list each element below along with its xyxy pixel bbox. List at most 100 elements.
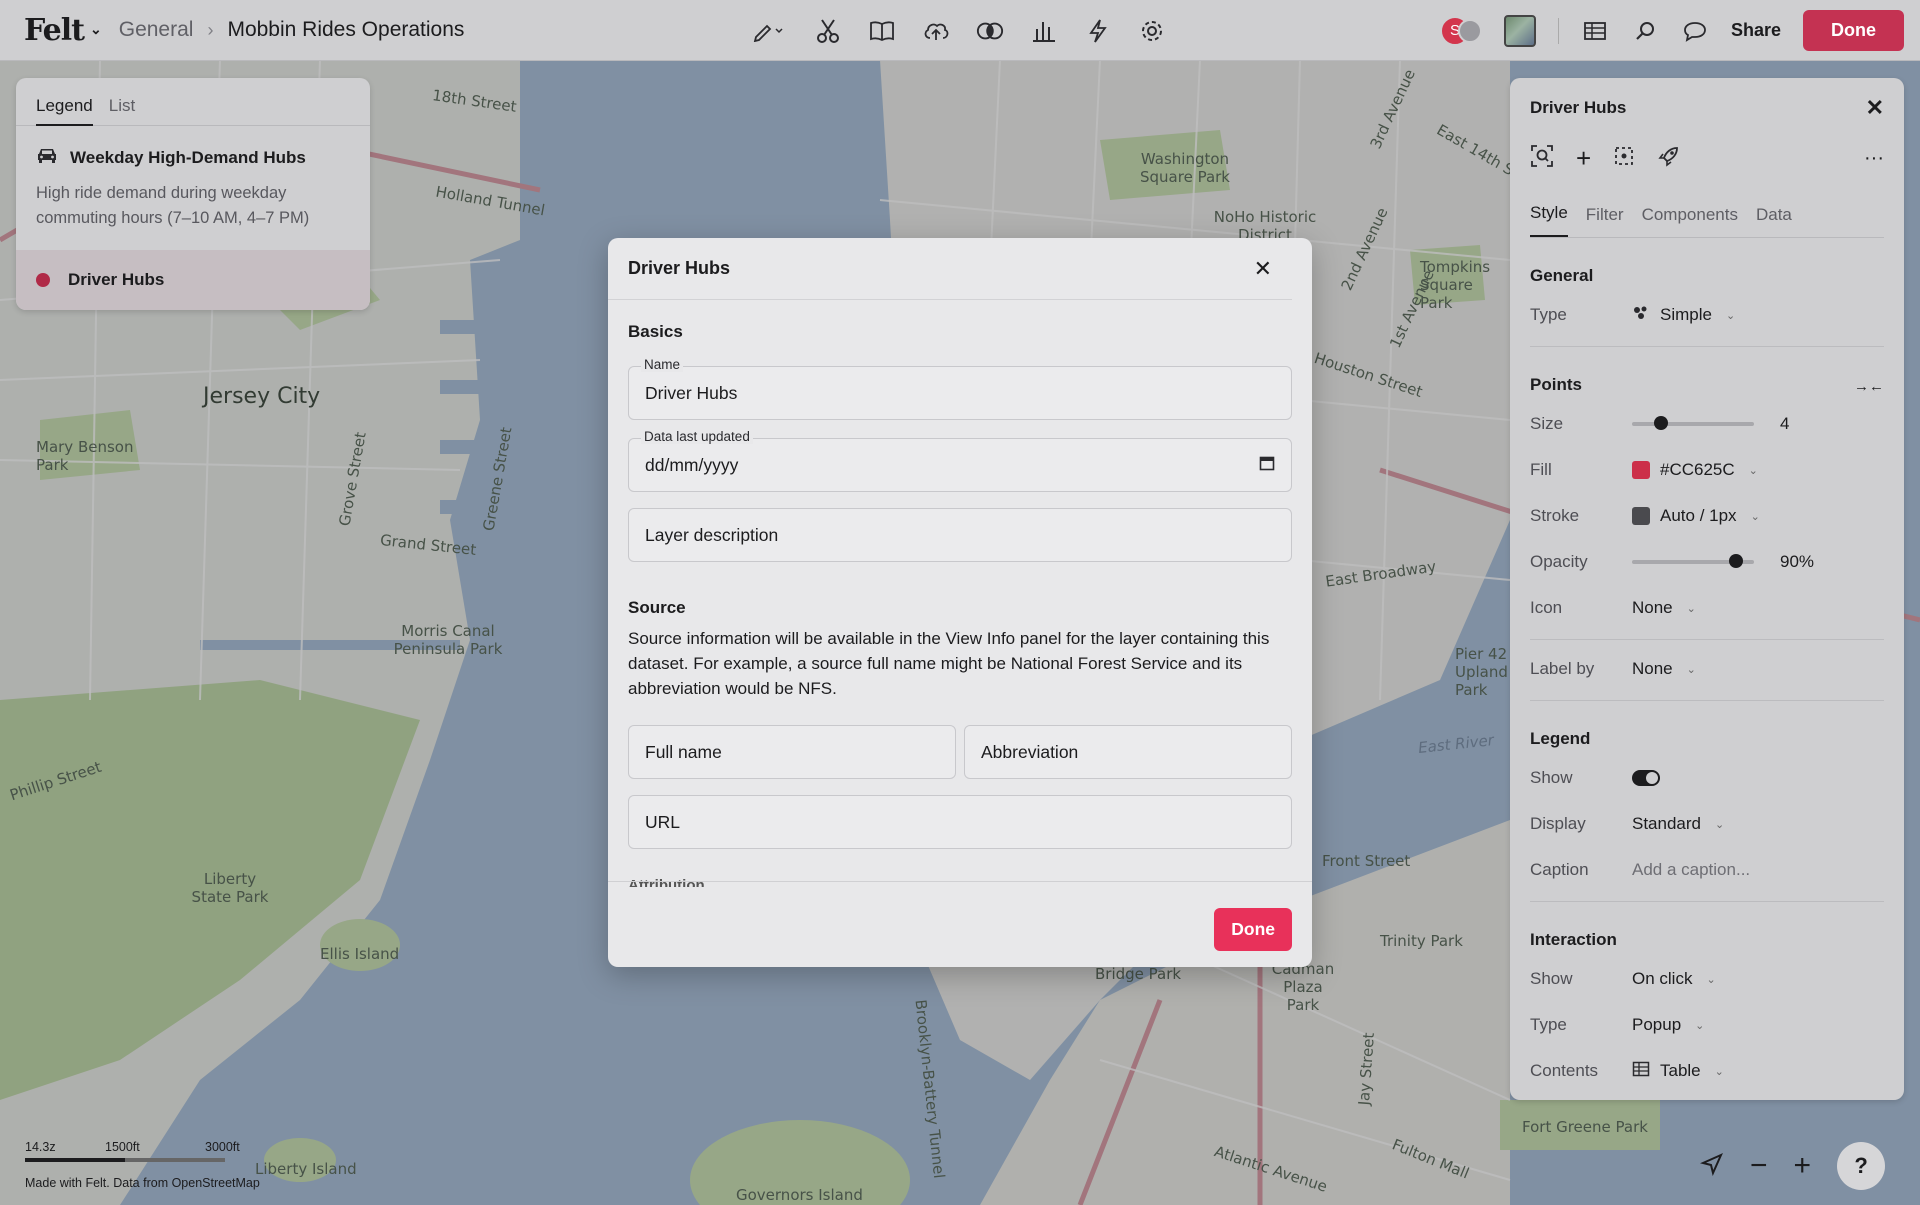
upload-cloud-icon[interactable] (922, 17, 950, 45)
source-description: Source information will be available in … (628, 629, 1270, 698)
legend-tabs: Legend List (16, 78, 370, 126)
stroke-select[interactable]: Auto / 1px ⌄ (1632, 506, 1760, 526)
icon-select[interactable]: None ⌄ (1632, 598, 1696, 618)
legend-item[interactable]: Driver Hubs (16, 250, 370, 310)
point-swatch (36, 273, 50, 287)
breadcrumb: General › Mobbin Rides Operations (119, 18, 465, 42)
field-label: Icon (1530, 598, 1563, 617)
tab-list[interactable]: List (109, 92, 135, 125)
field-label: Name (641, 357, 684, 372)
collaborators[interactable]: S (1439, 15, 1482, 46)
lightning-icon[interactable] (1084, 17, 1112, 45)
opacity-slider[interactable] (1632, 554, 1754, 568)
done-button[interactable]: Done (1803, 10, 1904, 51)
display-select[interactable]: Standard ⌄ (1632, 814, 1724, 834)
size-slider[interactable] (1632, 416, 1754, 430)
locate-icon[interactable] (1699, 1152, 1724, 1181)
legend-item[interactable]: Weekday High-Demand Hubs High ride deman… (16, 126, 370, 231)
select-area-icon[interactable] (1613, 145, 1635, 172)
name-value: Driver Hubs (645, 382, 738, 403)
bar-chart-icon[interactable] (1030, 17, 1058, 45)
interaction-show-select[interactable]: On click ⌄ (1632, 969, 1716, 989)
chevron-down-icon: ⌄ (1686, 602, 1696, 615)
opacity-value: 90% (1780, 552, 1815, 571)
section-heading: Interaction (1530, 930, 1617, 949)
legend-panel: Legend List Weekday High-Demand Hubs Hig… (16, 78, 370, 310)
zoom-to-layer-icon[interactable] (1530, 144, 1554, 173)
field-label: Caption (1530, 860, 1589, 879)
chevron-right-icon: › (207, 19, 214, 40)
map-controls: − + ? (1699, 1142, 1886, 1190)
contents-select[interactable]: Table ⌄ (1632, 1061, 1724, 1082)
chevron-down-icon: ⌄ (1695, 1019, 1705, 1032)
map-credit[interactable]: Made with Felt. Data from OpenStreetMap (25, 1176, 260, 1190)
contents-row: Contents Table ⌄ (1530, 1048, 1884, 1094)
field-label: Type (1530, 1015, 1567, 1034)
section-heading: Attribution (628, 877, 705, 887)
felt-logo: Felt (24, 12, 85, 48)
legend-show-row: Show (1530, 755, 1884, 801)
description-field[interactable]: Layer description (628, 508, 1292, 562)
scale-label: 3000ft (205, 1140, 240, 1154)
close-icon[interactable]: ✕ (1866, 95, 1884, 121)
field-label: Display (1530, 814, 1586, 833)
car-icon (36, 146, 58, 169)
more-icon[interactable]: ··· (1864, 147, 1884, 170)
abbreviation-field[interactable]: Abbreviation (964, 725, 1292, 779)
plus-icon[interactable]: + (1576, 145, 1591, 171)
fill-select[interactable]: #CC625C ⌄ (1632, 460, 1758, 480)
legend-item-title: Weekday High-Demand Hubs (70, 147, 306, 167)
name-field[interactable]: Name Driver Hubs (628, 357, 1292, 420)
field-label: Label by (1530, 659, 1595, 678)
url-field[interactable]: URL (628, 795, 1292, 849)
legend-show-toggle[interactable] (1632, 770, 1660, 786)
tab-filter[interactable]: Filter (1586, 205, 1624, 237)
drawing-toolbar (748, 0, 1166, 61)
slider-knob[interactable] (1729, 554, 1744, 568)
felt-menu[interactable]: Felt ⌄ (24, 12, 102, 48)
type-select[interactable]: Simple ⌄ (1632, 305, 1735, 326)
tab-data[interactable]: Data (1756, 205, 1792, 237)
field-label: Size (1530, 414, 1564, 433)
zoom-out-icon[interactable]: − (1750, 1151, 1768, 1181)
search-icon[interactable] (1631, 17, 1659, 45)
gear-icon[interactable] (1138, 17, 1166, 45)
basemap-thumbnail[interactable] (1503, 14, 1536, 47)
field-label: Data last updated (641, 429, 753, 444)
comment-icon[interactable] (1681, 17, 1709, 45)
url-placeholder: URL (645, 811, 681, 832)
legend-item-description: High ride demand during weekday commutin… (36, 184, 310, 227)
map-title[interactable]: Mobbin Rides Operations (227, 18, 464, 42)
interaction-type-select[interactable]: Popup ⌄ (1632, 1015, 1704, 1035)
dialog-done-button[interactable]: Done (1214, 908, 1292, 951)
collapse-icon[interactable]: →← (1854, 378, 1884, 395)
share-button[interactable]: Share (1731, 20, 1781, 41)
calendar-icon[interactable] (1259, 455, 1275, 476)
display-row: Display Standard ⌄ (1530, 801, 1884, 847)
breadcrumb-parent[interactable]: General (119, 18, 194, 42)
section-heading: Basics (628, 322, 683, 341)
zoom-in-icon[interactable]: + (1794, 1151, 1812, 1181)
rocket-icon[interactable] (1657, 144, 1681, 173)
help-icon[interactable]: ? (1837, 1142, 1886, 1190)
field-label: Type (1530, 305, 1567, 324)
date-field[interactable]: Data last updated dd/mm/yyyy (628, 429, 1292, 492)
interaction-show-row: Show On click ⌄ (1530, 956, 1884, 1002)
tab-style[interactable]: Style (1530, 203, 1568, 237)
label-by-select[interactable]: None ⌄ (1632, 659, 1696, 679)
slider-knob[interactable] (1653, 416, 1668, 430)
book-icon[interactable] (868, 17, 896, 45)
tab-legend[interactable]: Legend (36, 92, 93, 126)
close-icon[interactable]: ✕ (1254, 256, 1272, 282)
tab-components[interactable]: Components (1642, 205, 1738, 237)
full-name-field[interactable]: Full name (628, 725, 956, 779)
table-icon[interactable] (1581, 17, 1609, 45)
section-heading: Source (628, 598, 686, 617)
scissors-icon[interactable] (814, 17, 842, 45)
caption-input[interactable]: Add a caption... (1632, 860, 1750, 880)
legend-item-title: Driver Hubs (68, 270, 165, 289)
overlap-circles-icon[interactable] (976, 17, 1004, 45)
pencil-icon[interactable] (748, 17, 788, 45)
chevron-down-icon: ⌄ (1715, 818, 1725, 831)
chevron-down-icon: ⌄ (90, 22, 102, 38)
